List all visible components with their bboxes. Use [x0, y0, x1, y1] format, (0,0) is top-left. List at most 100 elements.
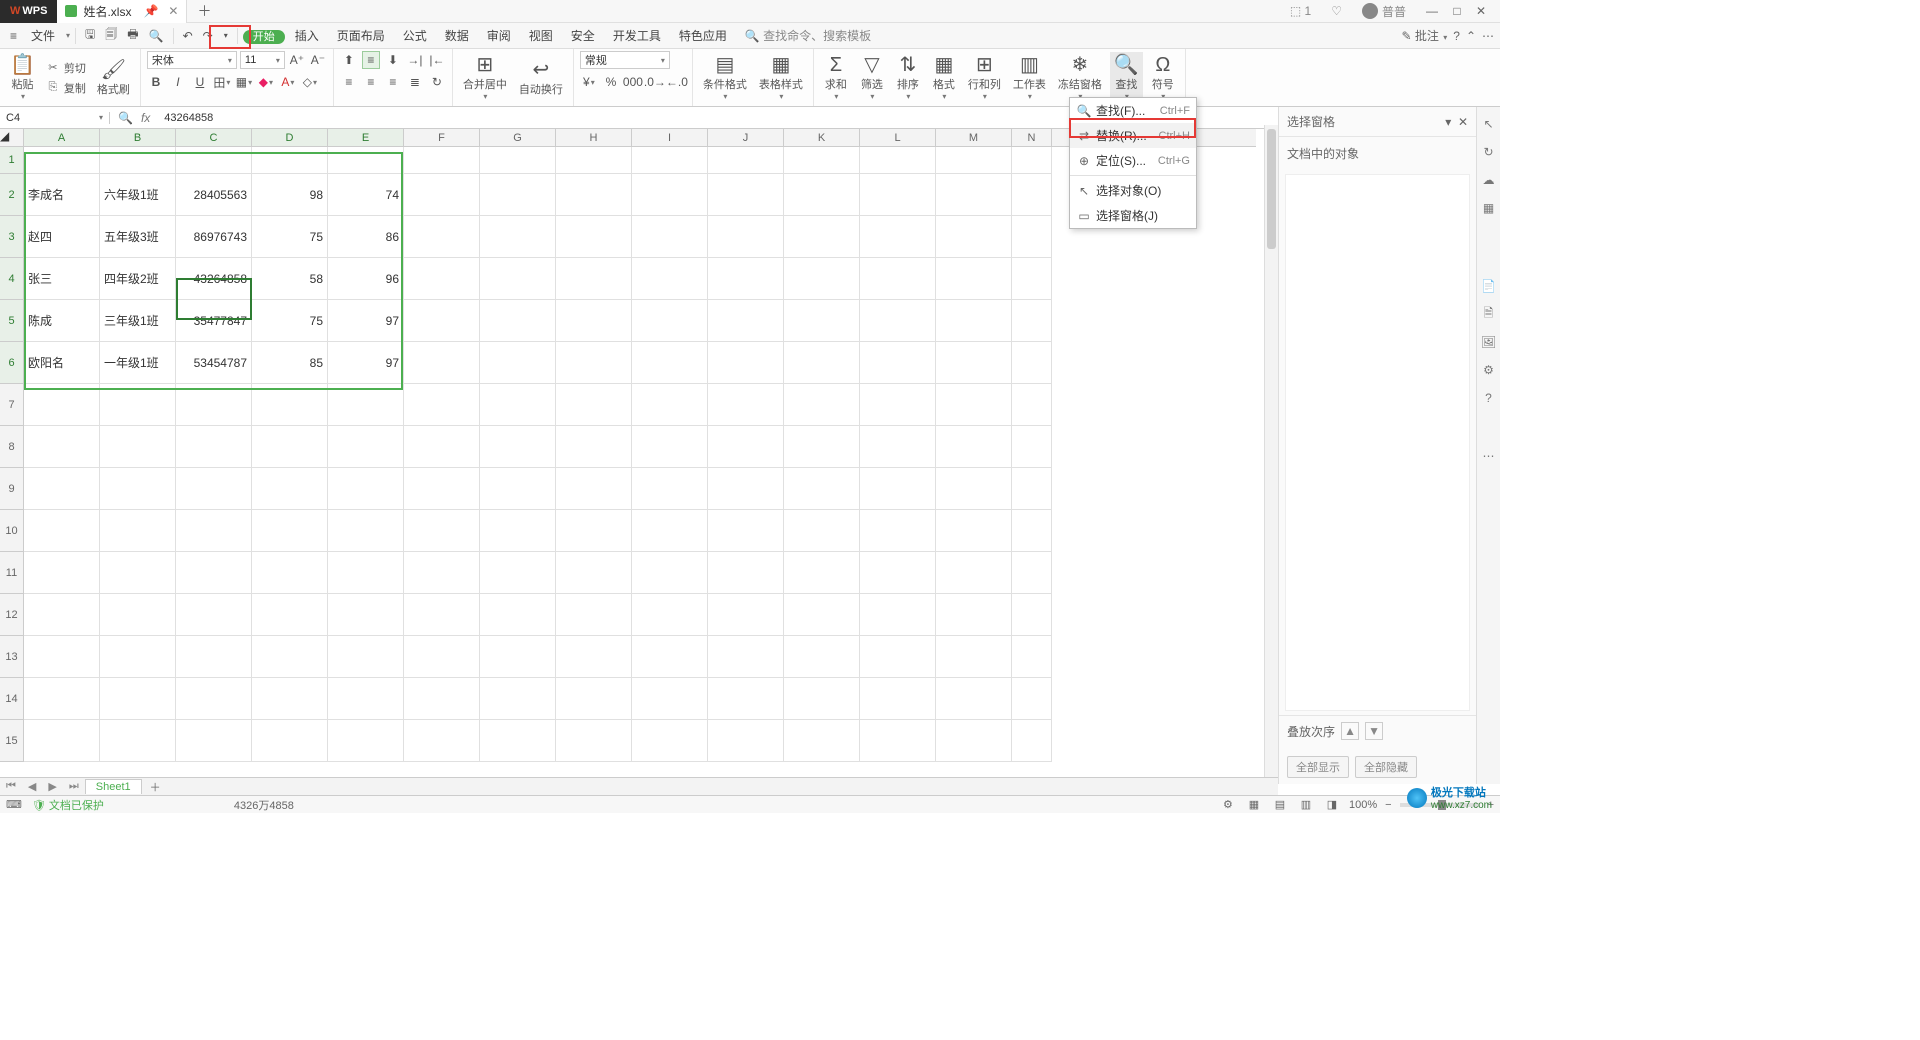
cell-B5[interactable]: 三年级1班 [100, 300, 176, 342]
cell-H3[interactable] [556, 216, 632, 258]
cell-H10[interactable] [556, 510, 632, 552]
row-header-5[interactable]: 5 [0, 300, 24, 342]
cell-F11[interactable] [404, 552, 480, 594]
cell-I4[interactable] [632, 258, 708, 300]
col-header-B[interactable]: B [100, 129, 176, 146]
cell-E1[interactable] [328, 147, 404, 174]
sheet-nav-first[interactable]: ⏮ [0, 780, 22, 793]
cell-L1[interactable] [860, 147, 936, 174]
cell-L11[interactable] [860, 552, 936, 594]
indent-inc-icon[interactable]: →| [406, 51, 424, 69]
row-header-2[interactable]: 2 [0, 174, 24, 216]
rt-more-icon[interactable]: ⋯ [1480, 447, 1498, 465]
tab-insert[interactable]: 插入 [287, 25, 327, 46]
cell-L12[interactable] [860, 594, 936, 636]
cell-A6[interactable]: 欧阳名 [24, 342, 100, 384]
cell-N8[interactable] [1012, 426, 1052, 468]
sort-button[interactable]: ⇅排序▾ [892, 52, 924, 103]
select-all-corner[interactable]: ◢ [0, 129, 24, 147]
cell-G14[interactable] [480, 678, 556, 720]
cell-L2[interactable] [860, 174, 936, 216]
cell-L10[interactable] [860, 510, 936, 552]
qa-more-icon[interactable]: ▾ [220, 31, 232, 40]
cell-F12[interactable] [404, 594, 480, 636]
border-button[interactable]: ▦▾ [235, 73, 253, 91]
cell-K13[interactable] [784, 636, 860, 678]
cell-M13[interactable] [936, 636, 1012, 678]
bring-forward-button[interactable]: ▲ [1341, 722, 1359, 740]
cell-B11[interactable] [100, 552, 176, 594]
font-grow-icon[interactable]: A⁺ [288, 51, 306, 69]
filter-button[interactable]: ▽筛选▾ [856, 52, 888, 103]
cell-I13[interactable] [632, 636, 708, 678]
show-all-button[interactable]: 全部显示 [1287, 756, 1349, 778]
row-header-8[interactable]: 8 [0, 426, 24, 468]
tab-dev[interactable]: 开发工具 [605, 25, 669, 46]
cell-J3[interactable] [708, 216, 784, 258]
cell-E8[interactable] [328, 426, 404, 468]
align-bottom-icon[interactable]: ⬇ [384, 51, 402, 69]
cell-C4[interactable]: 43264858 [176, 258, 252, 300]
menu-replace[interactable]: ⇄替换(R)...Ctrl+H [1070, 123, 1196, 148]
cell-B3[interactable]: 五年级3班 [100, 216, 176, 258]
cell-C11[interactable] [176, 552, 252, 594]
cell-H7[interactable] [556, 384, 632, 426]
cell-J14[interactable] [708, 678, 784, 720]
cell-M9[interactable] [936, 468, 1012, 510]
cell-B8[interactable] [100, 426, 176, 468]
col-header-C[interactable]: C [176, 129, 252, 146]
cell-I14[interactable] [632, 678, 708, 720]
view-page-icon[interactable]: ▤ [1271, 798, 1289, 811]
cell-K3[interactable] [784, 216, 860, 258]
pin-icon[interactable]: 📌 [143, 4, 158, 18]
tab-formula[interactable]: 公式 [395, 25, 435, 46]
annotate-button[interactable]: ✎ 批注 ▾ [1401, 27, 1447, 44]
cell-F2[interactable] [404, 174, 480, 216]
cell-I1[interactable] [632, 147, 708, 174]
col-header-H[interactable]: H [556, 129, 632, 146]
cell-C15[interactable] [176, 720, 252, 762]
cell-N7[interactable] [1012, 384, 1052, 426]
cell-M11[interactable] [936, 552, 1012, 594]
rt-settings-icon[interactable]: ⚙ [1480, 361, 1498, 379]
cell-G15[interactable] [480, 720, 556, 762]
cell-M3[interactable] [936, 216, 1012, 258]
cell-L15[interactable] [860, 720, 936, 762]
cell-F9[interactable] [404, 468, 480, 510]
sheet-nav-next[interactable]: ▶ [42, 780, 62, 793]
cell-J7[interactable] [708, 384, 784, 426]
row-header-6[interactable]: 6 [0, 342, 24, 384]
row-header-10[interactable]: 10 [0, 510, 24, 552]
cell-E7[interactable] [328, 384, 404, 426]
font-shrink-icon[interactable]: A⁻ [309, 51, 327, 69]
cell-B1[interactable] [100, 147, 176, 174]
sheet-nav-prev[interactable]: ◀ [22, 780, 42, 793]
menu-selection-pane[interactable]: ▭选择窗格(J) [1070, 203, 1196, 228]
cell-K9[interactable] [784, 468, 860, 510]
cell-J5[interactable] [708, 300, 784, 342]
cell-A3[interactable]: 赵四 [24, 216, 100, 258]
col-header-F[interactable]: F [404, 129, 480, 146]
cell-F3[interactable] [404, 216, 480, 258]
cell-D12[interactable] [252, 594, 328, 636]
view-break-icon[interactable]: ▥ [1297, 798, 1315, 811]
cell-B4[interactable]: 四年级2班 [100, 258, 176, 300]
qa-undo-icon[interactable]: ↶ [179, 29, 197, 43]
format-button[interactable]: ▦格式▾ [928, 52, 960, 103]
cell-G2[interactable] [480, 174, 556, 216]
cell-A9[interactable] [24, 468, 100, 510]
cell-N13[interactable] [1012, 636, 1052, 678]
promo-icon[interactable]: ♡ [1325, 2, 1348, 20]
fill-color-button[interactable]: ◆▾ [257, 73, 275, 91]
wrap-text-button[interactable]: ↩自动换行 [515, 57, 567, 99]
cell-K2[interactable] [784, 174, 860, 216]
add-tab-button[interactable]: ＋ [187, 1, 221, 21]
cell-F13[interactable] [404, 636, 480, 678]
cell-I9[interactable] [632, 468, 708, 510]
row-header-4[interactable]: 4 [0, 258, 24, 300]
menu-find[interactable]: 🔍查找(F)...Ctrl+F [1070, 98, 1196, 123]
cell-N3[interactable] [1012, 216, 1052, 258]
minimize-button[interactable]: — [1420, 4, 1444, 18]
cell-F10[interactable] [404, 510, 480, 552]
cell-E6[interactable]: 97 [328, 342, 404, 384]
